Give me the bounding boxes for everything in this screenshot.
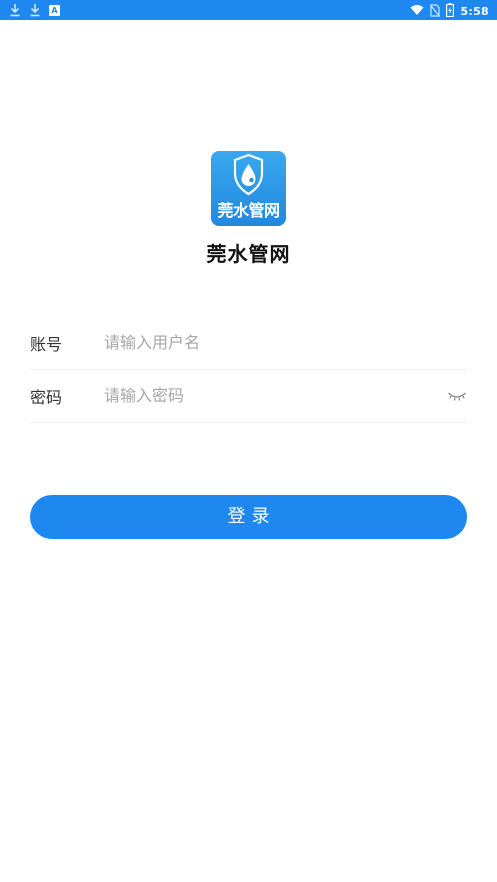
logo-text: 莞水管网 [217,201,280,220]
battery-charging-icon [446,3,455,20]
app-name: 莞水管网 [206,242,291,266]
wifi-icon [410,4,424,19]
login-button[interactable]: 登录 [30,495,467,539]
download-icon [9,3,21,17]
eye-closed-icon[interactable] [447,388,467,402]
download-icon [29,3,41,17]
password-label: 密码 [30,388,63,407]
username-row: 账号 [30,316,467,370]
status-time: 5:58 [460,4,489,18]
password-input[interactable] [104,383,434,407]
username-input[interactable] [104,330,434,354]
app-logo: 莞水管网 [211,151,286,226]
a-badge-icon: A [49,5,60,16]
no-sim-icon [430,3,441,20]
status-bar: A 5:58 [0,0,497,20]
water-shield-icon [233,153,264,196]
username-label: 账号 [30,335,63,354]
status-right-icons: 5:58 [410,3,489,20]
password-row: 密码 [30,369,467,423]
status-left-icons: A [9,3,60,17]
